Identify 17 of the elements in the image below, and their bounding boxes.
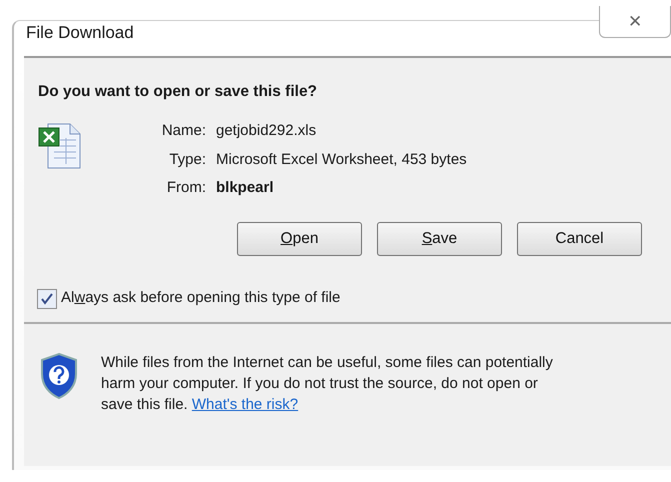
dialog-button[interactable]: Cancel: [517, 222, 642, 256]
field-value: getjobid292.xls: [216, 121, 318, 141]
dialog-question: Do you want to open or save this file?: [37, 82, 318, 102]
dialog-button[interactable]: Open: [237, 222, 362, 256]
shield-question-icon: [39, 352, 79, 400]
field-label: Name:: [160, 121, 206, 141]
dialog-button[interactable]: Save: [377, 222, 502, 256]
checkbox-label[interactable]: Always ask before opening this type of file: [61, 287, 340, 310]
window-title: File Download: [26, 22, 134, 44]
field-value: Microsoft Excel Worksheet, 453 bytes: [216, 150, 467, 170]
field-label: Type:: [168, 150, 206, 170]
close-button[interactable]: ✕: [599, 6, 671, 38]
risk-link[interactable]: What's the risk?: [192, 396, 298, 412]
field-label: From:: [166, 178, 206, 198]
warning-text: While files from the Internet can be useful, some files can potentially harm your computer. If you do not trust the source, do not open or save this file. What's the risk?: [101, 352, 554, 414]
field-value: blkpearl: [216, 178, 275, 198]
checkbox[interactable]: [37, 288, 57, 308]
